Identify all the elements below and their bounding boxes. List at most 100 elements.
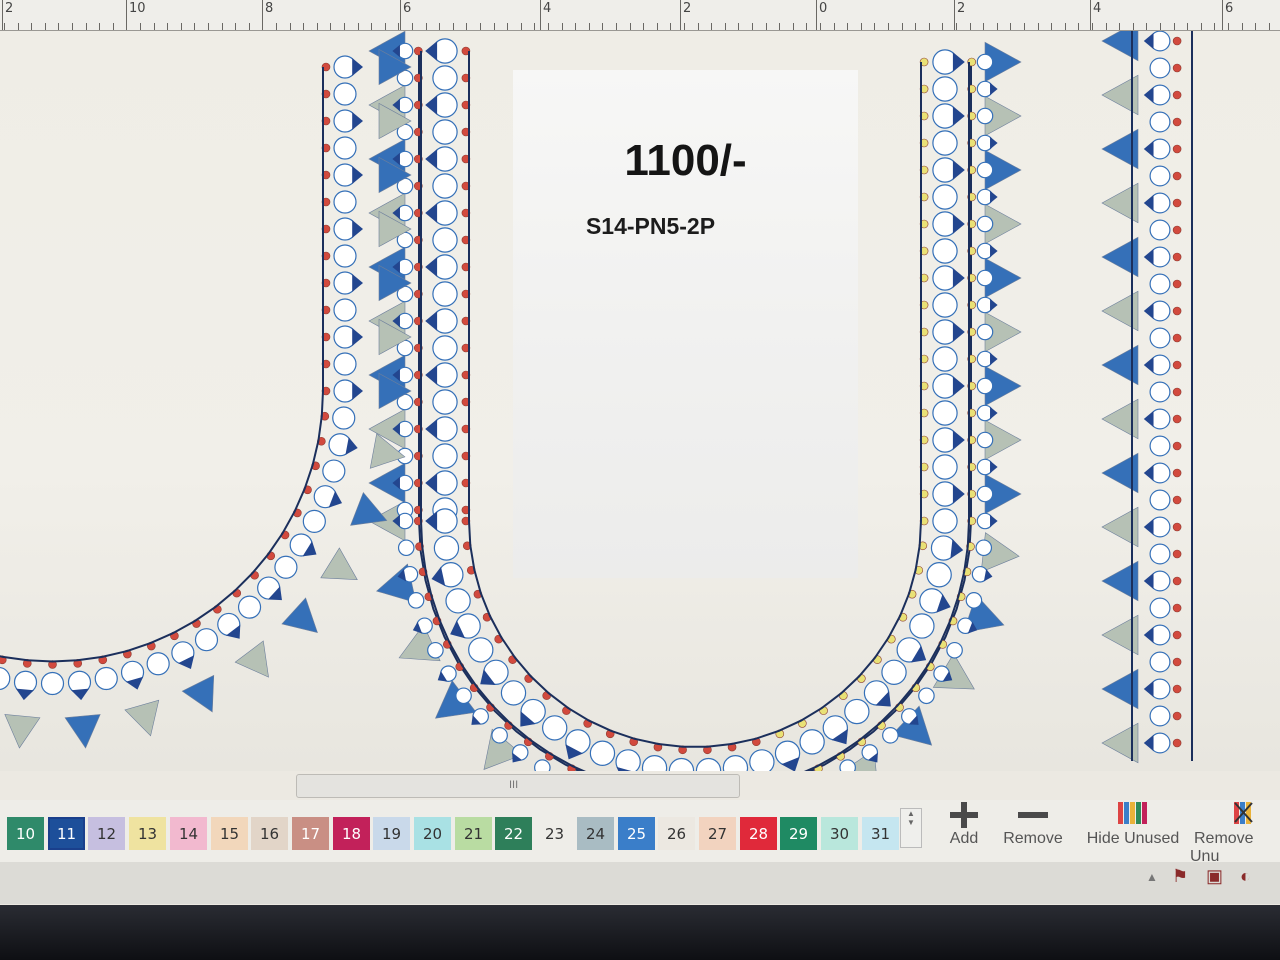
color-swatch-22[interactable]: 22 xyxy=(495,817,532,850)
border-triangle xyxy=(181,674,215,713)
ruler-tick xyxy=(1269,23,1270,30)
blue-diamond xyxy=(990,514,998,528)
blue-diamond xyxy=(1143,572,1154,590)
ruler-tick xyxy=(738,23,739,30)
blue-diamond xyxy=(352,274,363,292)
stitch-ring xyxy=(1149,651,1171,673)
ruler-major-tick xyxy=(126,0,127,30)
stitch-ring xyxy=(976,485,994,503)
design-code-label: S14-PN5-2P xyxy=(585,213,716,239)
color-swatch-11[interactable]: 11 xyxy=(48,817,85,850)
color-swatch-14[interactable]: 14 xyxy=(170,817,207,850)
stitch-ring xyxy=(432,335,458,361)
ruler-tick xyxy=(725,23,726,30)
horizontal-scrollbar[interactable]: III xyxy=(296,774,740,798)
border-triangle xyxy=(124,699,160,737)
blue-diamond xyxy=(952,430,965,450)
color-swatch-31[interactable]: 31 xyxy=(862,817,899,850)
color-swatch-13[interactable]: 13 xyxy=(129,817,166,850)
ruler-label: 6 xyxy=(403,1,412,16)
color-swatch-26[interactable]: 26 xyxy=(658,817,695,850)
stitch-ring xyxy=(432,227,458,253)
remove-unused-button[interactable]: Remove Unu xyxy=(1190,800,1280,866)
ruler-tick xyxy=(820,23,821,30)
tray-flag-icon[interactable]: ⚑ xyxy=(1172,866,1188,887)
blue-diamond xyxy=(990,244,998,258)
ruler-tick xyxy=(330,23,331,30)
palette-scroll-arrows[interactable]: ▲ ▼ xyxy=(900,808,922,848)
stitch-ring xyxy=(844,698,870,725)
ruler-tick xyxy=(398,23,399,30)
stitch-ring xyxy=(976,107,994,125)
remove-unused-label: Remove Unu xyxy=(1190,830,1254,865)
scrollbar-grip[interactable]: III xyxy=(509,779,518,791)
design-canvas[interactable]: 1100/- S14-PN5-2P xyxy=(0,31,1280,771)
blue-diamond xyxy=(15,688,34,701)
color-swatch-10[interactable]: 10 xyxy=(7,817,44,850)
taskbar xyxy=(0,862,1280,904)
color-swatch-19[interactable]: 19 xyxy=(373,817,410,850)
bead-dot xyxy=(1172,414,1182,424)
color-swatch-16[interactable]: 16 xyxy=(251,817,288,850)
stitch-ring xyxy=(1149,57,1171,79)
stitch-ring xyxy=(695,757,722,771)
tray-volume-icon[interactable]: ◐ xyxy=(1240,866,1251,887)
blue-diamond xyxy=(352,220,363,238)
blue-diamond xyxy=(1143,248,1154,266)
stitch-ring xyxy=(976,53,994,71)
stitch-ring xyxy=(1149,273,1171,295)
color-swatch-30[interactable]: 30 xyxy=(821,817,858,850)
blue-diamond xyxy=(352,382,363,400)
blue-diamond xyxy=(952,376,965,396)
ruler-tick xyxy=(888,23,889,30)
ruler-tick xyxy=(861,23,862,30)
color-swatch-15[interactable]: 15 xyxy=(211,817,248,850)
ruler-tick xyxy=(1201,23,1202,30)
color-swatch-28[interactable]: 28 xyxy=(740,817,777,850)
stitch-ring xyxy=(302,509,326,533)
stitch-ring xyxy=(932,184,958,210)
blue-diamond xyxy=(952,52,965,72)
color-swatch-17[interactable]: 17 xyxy=(292,817,329,850)
color-swatch-12[interactable]: 12 xyxy=(88,817,125,850)
stitch-ring xyxy=(1149,165,1171,187)
stitch-ring xyxy=(749,749,775,771)
color-swatch-27[interactable]: 27 xyxy=(699,817,736,850)
stitch-ring xyxy=(918,687,935,705)
ruler-tick xyxy=(874,23,875,30)
bead-dot xyxy=(1172,576,1182,586)
ruler-label: 8 xyxy=(265,1,274,16)
remove-colors-icon xyxy=(1234,802,1253,824)
ruler-tick xyxy=(847,23,848,30)
stitch-ring xyxy=(932,400,958,426)
add-color-button[interactable]: Add xyxy=(942,800,986,848)
color-swatch-29[interactable]: 29 xyxy=(780,817,817,850)
color-swatch-23[interactable]: 23 xyxy=(536,817,573,850)
color-swatch-20[interactable]: 20 xyxy=(414,817,451,850)
tray-expand-icon[interactable]: ▲ xyxy=(1146,870,1158,884)
ruler-tick xyxy=(915,23,916,30)
stitch-ring xyxy=(468,637,494,663)
color-swatch-18[interactable]: 18 xyxy=(333,817,370,850)
hide-unused-button[interactable]: Hide Unused xyxy=(1084,800,1182,848)
color-swatch-21[interactable]: 21 xyxy=(455,817,492,850)
stitch-ring xyxy=(976,269,994,287)
bead-dot xyxy=(1172,603,1182,613)
tray-network-icon[interactable]: ▣ xyxy=(1206,866,1223,887)
blue-diamond xyxy=(990,406,998,420)
ruler-tick xyxy=(18,23,19,30)
stitch-ring xyxy=(1149,489,1171,511)
stitch-ring xyxy=(932,76,958,102)
ruler-tick xyxy=(942,23,943,30)
stitch-ring xyxy=(274,555,298,579)
stitch-ring xyxy=(1149,381,1171,403)
ruler-tick xyxy=(426,23,427,30)
border-triangle xyxy=(4,714,41,749)
add-label: Add xyxy=(949,830,979,847)
color-swatch-24[interactable]: 24 xyxy=(577,817,614,850)
blue-diamond xyxy=(990,298,998,312)
blue-diamond xyxy=(990,352,998,366)
ruler-tick xyxy=(1092,23,1093,30)
remove-color-button[interactable]: Remove xyxy=(1000,800,1066,848)
color-swatch-25[interactable]: 25 xyxy=(618,817,655,850)
